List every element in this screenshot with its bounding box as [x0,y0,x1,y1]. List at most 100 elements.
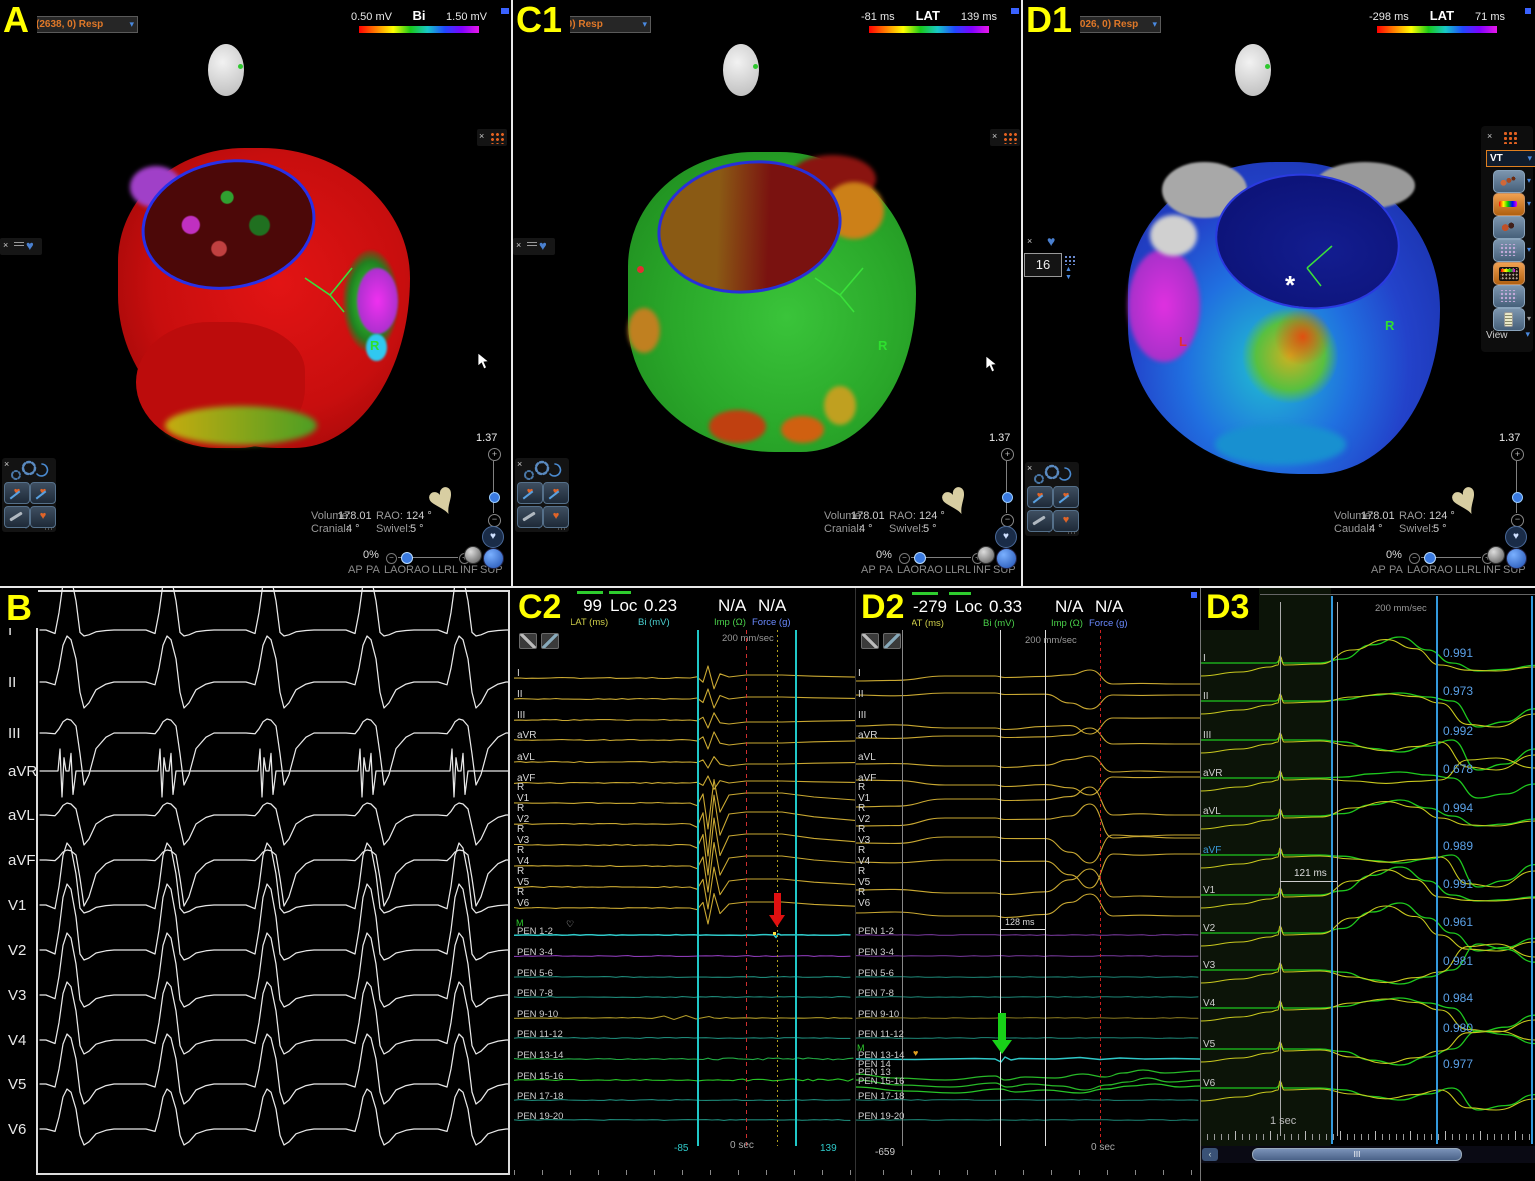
view-button-pa[interactable]: PA [1389,565,1403,576]
winged-heart-icon[interactable]: ♥ [26,239,34,252]
heart-button[interactable]: ♥ [30,506,56,528]
toolbar-button-3[interactable] [1493,216,1525,239]
chevron-down-icon[interactable]: ▾ [1527,245,1531,254]
toolbar-button-1[interactable] [1493,170,1525,193]
caliper-gray-left[interactable] [1280,602,1281,1136]
ablate-button[interactable] [4,506,30,528]
toolbar-button-6[interactable] [1493,285,1525,308]
ablate-button[interactable] [517,506,543,528]
view-button-inf[interactable]: INF [973,565,991,576]
zoom-in-button[interactable]: + [1001,448,1014,461]
view-button-ll[interactable]: LL [1455,565,1467,576]
zoom-slider-track[interactable] [493,461,494,513]
map-selector-dropdown-a[interactable]: (2638, 0) Resp ▾ [32,16,138,33]
spin-down-icon[interactable]: ▼ [1065,274,1072,281]
view-button-rao[interactable]: RAO [919,565,943,576]
edit-point-button[interactable]: ♥ [1053,486,1079,508]
beat-number-spinbox[interactable]: 16 [1024,253,1062,277]
sphere-view-button[interactable] [464,546,482,564]
sync-line-blue-left[interactable] [1331,596,1333,1144]
heart-view-button[interactable]: ♥ [1505,526,1527,548]
grid-icon[interactable] [1502,130,1519,144]
close-icon[interactable]: × [1487,131,1492,141]
grid-icon[interactable] [1064,255,1076,265]
view-button-pa[interactable]: PA [366,565,380,576]
tag-point-button[interactable]: ♥ [1027,486,1053,508]
grid-icon[interactable] [489,131,504,144]
caliper-line-right[interactable] [795,630,797,1146]
close-icon[interactable]: × [1027,236,1032,246]
zoom-in-button[interactable]: + [1511,448,1524,461]
fill-slider-knob[interactable] [1424,552,1436,564]
close-icon[interactable]: × [992,131,997,141]
toolbar-button-2[interactable] [1493,193,1525,216]
winged-heart-icon[interactable]: ♥ [539,239,547,252]
fill-slider-knob[interactable] [401,552,413,564]
view-button-rao[interactable]: RAO [1429,565,1453,576]
view-button-ll[interactable]: LL [432,565,444,576]
zoom-out-button[interactable]: − [1511,514,1524,527]
toolbar-button-4[interactable] [1493,239,1525,262]
tag-point-button[interactable]: ♥ [4,482,30,504]
scrollbar-left-button[interactable]: ‹ [1202,1148,1218,1161]
view-button-rl[interactable]: RL [1467,565,1481,576]
view-button-inf[interactable]: INF [1483,565,1501,576]
zoom-slider-knob[interactable] [1002,492,1013,503]
heart-button[interactable]: ♥ [1053,510,1079,532]
view-button-rl[interactable]: RL [957,565,971,576]
fill-minus-button[interactable]: − [386,553,397,564]
chevron-down-icon[interactable]: ▾ [1527,199,1531,208]
zoom-slider-knob[interactable] [1512,492,1523,503]
globe-view-button[interactable] [483,548,504,569]
window-corner-icon[interactable] [1191,592,1197,598]
zoom-slider-knob[interactable] [489,492,500,503]
fill-slider-knob[interactable] [914,552,926,564]
globe-view-button[interactable] [996,548,1017,569]
tool-icon[interactable] [861,633,879,649]
edit-point-button[interactable]: ♥ [543,482,569,504]
edit-point-button[interactable]: ♥ [30,482,56,504]
globe-view-button[interactable] [1506,548,1527,569]
heart-view-button[interactable]: ♥ [995,526,1017,548]
view-button-lao[interactable]: LAO [897,565,919,576]
view-button-lao[interactable]: LAO [1407,565,1429,576]
view-button-ap[interactable]: AP [1371,565,1386,576]
chevron-down-icon[interactable]: ▾ [1527,176,1531,185]
toolbar-button-5[interactable] [1493,262,1525,285]
window-corner-icon[interactable] [1525,8,1531,14]
caliper-line-left[interactable] [697,630,699,1146]
zoom-slider-track[interactable] [1006,461,1007,513]
window-corner-icon[interactable] [503,8,509,14]
close-icon[interactable]: × [516,240,521,250]
sync-line-blue-mid[interactable] [1436,596,1438,1144]
heart-view-button[interactable]: ♥ [482,526,504,548]
view-button-ap[interactable]: AP [348,565,363,576]
view-button-ll[interactable]: LL [945,565,957,576]
tool-icon[interactable] [541,633,559,649]
tool-icon[interactable] [519,633,537,649]
sphere-view-button[interactable] [977,546,995,564]
chevron-down-icon[interactable]: ▾ [1527,314,1531,323]
zoom-out-button[interactable]: − [1001,514,1014,527]
view-button-inf[interactable]: INF [460,565,478,576]
fill-minus-button[interactable]: − [899,553,910,564]
tag-point-button[interactable]: ♥ [517,482,543,504]
map-selector-dropdown-d1[interactable]: (1026, 0) Resp ▾ [1067,16,1161,33]
fill-minus-button[interactable]: − [1409,553,1420,564]
caliper-line-left[interactable] [1000,630,1001,1146]
close-icon[interactable]: × [479,131,484,141]
view-button-rl[interactable]: RL [444,565,458,576]
ablate-button[interactable] [1027,510,1053,532]
view-dropdown[interactable]: View ▾ [1486,330,1530,341]
view-button-rao[interactable]: RAO [406,565,430,576]
zoom-out-button[interactable]: − [488,514,501,527]
toolbar-button-7[interactable] [1493,308,1525,331]
winged-heart-icon[interactable]: ♥ [1047,234,1055,248]
zoom-in-button[interactable]: + [488,448,501,461]
tool-icon[interactable] [883,633,901,649]
caliper-gray-right[interactable] [1337,602,1338,1136]
sphere-view-button[interactable] [1487,546,1505,564]
spin-up-icon[interactable]: ▲ [1065,266,1072,273]
sync-line-blue-right[interactable] [1531,596,1533,1144]
map-type-dropdown[interactable]: VT ▾ [1486,150,1535,167]
